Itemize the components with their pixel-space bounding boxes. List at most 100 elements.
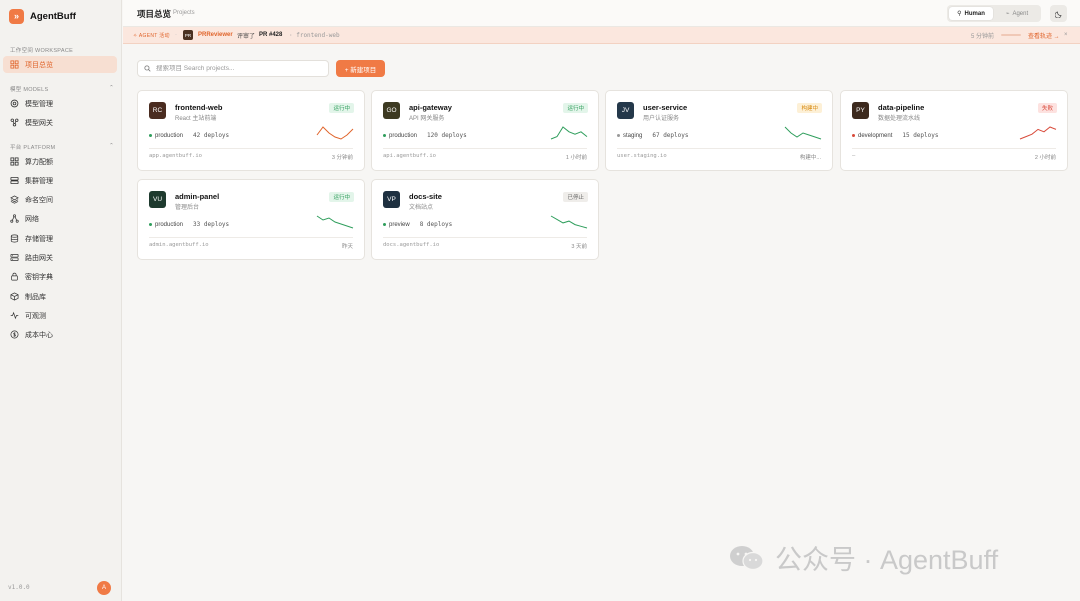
sidebar-item-observability[interactable]: 可观测 <box>3 307 117 324</box>
env-label: staging <box>623 132 643 139</box>
divider <box>617 148 821 149</box>
project-environment: staging 67 deploys <box>617 132 688 139</box>
logo-icon: » <box>9 8 24 24</box>
project-host[interactable]: — <box>852 153 855 159</box>
project-name[interactable]: api-gateway <box>409 103 452 112</box>
pr-link[interactable]: PR #428 <box>259 32 282 38</box>
new-project-button[interactable]: + 新建项目 <box>336 60 385 77</box>
divider <box>149 237 353 238</box>
network-icon <box>10 118 19 127</box>
deploy-count: 42 deploys <box>193 132 230 139</box>
deploy-count: 33 deploys <box>193 221 230 228</box>
sidebar-item-label: 模型网关 <box>25 119 53 127</box>
sidebar-item-cluster[interactable]: 集群管理 <box>3 172 117 189</box>
theme-toggle-button[interactable] <box>1050 5 1067 22</box>
deploy-sparkline <box>316 126 354 140</box>
section-label: 模型 MODELS <box>10 87 49 93</box>
chevron-up-icon: ⌃ <box>109 143 114 149</box>
search-box[interactable] <box>137 60 329 77</box>
project-avatar: RC <box>149 102 166 119</box>
separator: · <box>175 32 177 38</box>
project-host[interactable]: admin.agentbuff.io <box>149 242 209 248</box>
env-label: production <box>389 132 418 139</box>
mode-agent-button[interactable]: ⌁ Agent <box>995 7 1039 20</box>
agent-activity-tag: ✧ AGENT 活动 <box>133 32 170 39</box>
database-icon <box>10 234 19 243</box>
route-icon <box>10 253 19 262</box>
project-host[interactable]: api.agentbuff.io <box>383 153 436 159</box>
sidebar-item-model-management[interactable]: 模型管理 <box>3 95 117 112</box>
project-card[interactable]: JV user-service 用户认证服务 构建中 staging 67 deploys… <box>605 90 833 171</box>
agent-avatar: PR <box>183 30 193 40</box>
divider <box>383 237 587 238</box>
project-environment: production 33 deploys <box>149 221 229 228</box>
project-name[interactable]: user-service <box>643 103 687 112</box>
layers-icon <box>10 195 19 204</box>
project-name[interactable]: admin-panel <box>175 192 219 201</box>
sidebar-item-model-gateway[interactable]: 模型网关 <box>3 114 117 131</box>
sidebar-item-storage[interactable]: 存储管理 <box>3 230 117 247</box>
close-icon[interactable]: × <box>1064 32 1068 38</box>
sidebar-item-route-gateway[interactable]: 路由网关 <box>3 249 117 266</box>
project-environment: production 120 deploys <box>383 132 467 139</box>
section-platform[interactable]: 平台 PLATFORM ⌃ <box>10 143 114 151</box>
project-host[interactable]: user.staging.io <box>617 153 667 159</box>
view-trace-link[interactable]: 查看轨迹 → <box>1028 31 1060 40</box>
env-label: preview <box>389 221 410 228</box>
section-models[interactable]: 模型 MODELS ⌃ <box>10 85 114 93</box>
project-card[interactable]: GO api-gateway API 网关服务 运行中 production 120 de… <box>371 90 599 171</box>
agent-action: 评审了 <box>237 33 256 40</box>
moon-icon <box>1054 11 1061 18</box>
sidebar-item-projects[interactable]: 项目总览 <box>3 56 117 73</box>
sidebar-item-network[interactable]: 网络 <box>3 210 117 227</box>
top-header: 项目总览 Projects ⚲ Human ⌁ Agent <box>123 0 1080 27</box>
agent-name[interactable]: PRReviewer <box>198 32 233 38</box>
search-input[interactable] <box>156 65 326 72</box>
sidebar-item-label: 算力配额 <box>25 158 53 166</box>
sidebar-item-label: 制品库 <box>25 293 46 301</box>
project-card[interactable]: VP docs-site 文档站点 已停止 preview 8 deploys docs.a… <box>371 179 599 260</box>
sparkline-path <box>316 126 354 140</box>
project-card[interactable]: RC frontend-web React 主站前端 运行中 production 42 … <box>137 90 365 171</box>
project-description: API 网关服务 <box>409 116 445 122</box>
project-name[interactable]: data-pipeline <box>878 103 924 112</box>
deploy-sparkline <box>316 215 354 229</box>
sidebar-item-compute-quota[interactable]: 算力配额 <box>3 153 117 170</box>
sidebar-item-label: 网络 <box>25 215 39 223</box>
sparkline-path <box>550 215 588 229</box>
deploy-count: 8 deploys <box>419 221 453 228</box>
project-card[interactable]: VU admin-panel 管理后台 运行中 production 33 deploys… <box>137 179 365 260</box>
page-subtitle: Projects <box>173 10 195 16</box>
project-card[interactable]: PY data-pipeline 数据处理流水线 失败 development 15 de… <box>840 90 1068 171</box>
project-host[interactable]: docs.agentbuff.io <box>383 242 439 248</box>
grid-icon <box>10 60 19 69</box>
sidebar-item-label: 命名空间 <box>25 196 53 204</box>
deploy-count: 120 deploys <box>427 132 467 139</box>
sidebar-item-label: 项目总览 <box>25 61 53 69</box>
deploy-sparkline <box>784 126 822 140</box>
mode-human-button[interactable]: ⚲ Human <box>949 7 993 20</box>
app-logo[interactable]: » AgentBuff <box>9 7 76 25</box>
sidebar-item-artifacts[interactable]: 制品库 <box>3 288 117 305</box>
status-badge: 已停止 <box>563 192 588 202</box>
sidebar-item-secrets[interactable]: 密钥字典 <box>3 268 117 285</box>
divider <box>149 148 353 149</box>
sidebar-item-namespace[interactable]: 命名空间 <box>3 191 117 208</box>
last-updated: 3 分钟前 <box>331 155 353 161</box>
app-name: AgentBuff <box>30 10 76 22</box>
section-label: 工作空间 WORKSPACE <box>10 48 74 54</box>
project-name[interactable]: docs-site <box>409 192 442 201</box>
dollar-icon <box>10 330 19 339</box>
sidebar-item-cost[interactable]: 成本中心 <box>3 326 117 343</box>
target-icon <box>10 99 19 108</box>
project-name[interactable]: frontend-web <box>175 103 223 112</box>
package-icon <box>10 292 19 301</box>
status-badge: 运行中 <box>329 192 354 202</box>
mode-human-label: Human <box>964 10 985 17</box>
project-host[interactable]: app.agentbuff.io <box>149 153 202 159</box>
project-avatar: PY <box>852 102 869 119</box>
user-avatar[interactable]: A <box>97 581 111 595</box>
env-dot <box>383 223 386 226</box>
env-dot <box>617 134 620 137</box>
project-description: 用户认证服务 <box>643 116 680 122</box>
